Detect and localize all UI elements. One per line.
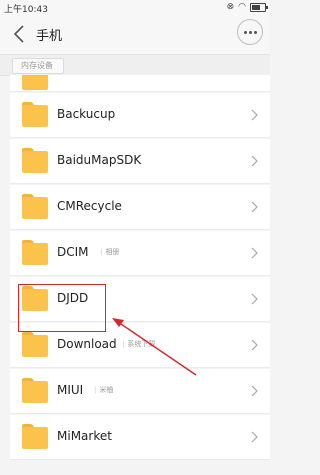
annotation-arrow-icon — [112, 318, 197, 376]
